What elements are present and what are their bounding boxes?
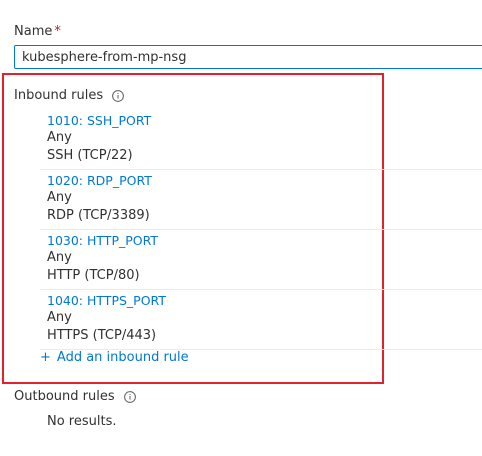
inbound-rule-link[interactable]: 1030: HTTP_PORT [47, 232, 482, 249]
add-inbound-rule-label: Add an inbound rule [56, 350, 189, 365]
inbound-rule-source: Any [47, 130, 72, 145]
inbound-rules-title: Inbound rules [14, 88, 104, 103]
inbound-rules-heading: Inbound rules [14, 88, 125, 104]
inbound-rule: 1020: RDP_PORT Any RDP (TCP/3389) [40, 170, 482, 230]
outbound-rules-title: Outbound rules [14, 389, 115, 404]
inbound-rule-service: HTTP (TCP/80) [47, 268, 140, 283]
outbound-rules-heading: Outbound rules [14, 389, 136, 405]
inbound-rule-source: Any [47, 190, 72, 205]
plus-icon: + [40, 350, 51, 365]
inbound-rule-service: HTTPS (TCP/443) [47, 328, 157, 343]
inbound-rule-service: RDP (TCP/3389) [47, 208, 150, 223]
outbound-info-icon[interactable] [123, 391, 136, 403]
inbound-rule-service: SSH (TCP/22) [47, 148, 133, 163]
name-label: Name * [14, 24, 61, 40]
inbound-rule: 1010: SSH_PORT Any SSH (TCP/22) [40, 110, 482, 170]
inbound-rule-link[interactable]: 1020: RDP_PORT [47, 172, 482, 189]
inbound-rule-source: Any [47, 310, 72, 325]
add-inbound-rule-button[interactable]: + Add an inbound rule [40, 350, 189, 366]
inbound-rule-link[interactable]: 1040: HTTPS_PORT [47, 292, 482, 309]
inbound-rule-link[interactable]: 1010: SSH_PORT [47, 112, 482, 129]
required-marker: * [54, 24, 61, 39]
name-label-text: Name [14, 24, 53, 39]
inbound-rule: 1040: HTTPS_PORT Any HTTPS (TCP/443) [40, 290, 482, 350]
name-input[interactable] [14, 45, 482, 69]
inbound-info-icon[interactable] [112, 90, 125, 102]
inbound-rule: 1030: HTTP_PORT Any HTTP (TCP/80) [40, 230, 482, 290]
inbound-rule-source: Any [47, 250, 72, 265]
outbound-no-results: No results. [47, 414, 117, 429]
inbound-rules-list: 1010: SSH_PORT Any SSH (TCP/22) 1020: RD… [40, 110, 482, 350]
